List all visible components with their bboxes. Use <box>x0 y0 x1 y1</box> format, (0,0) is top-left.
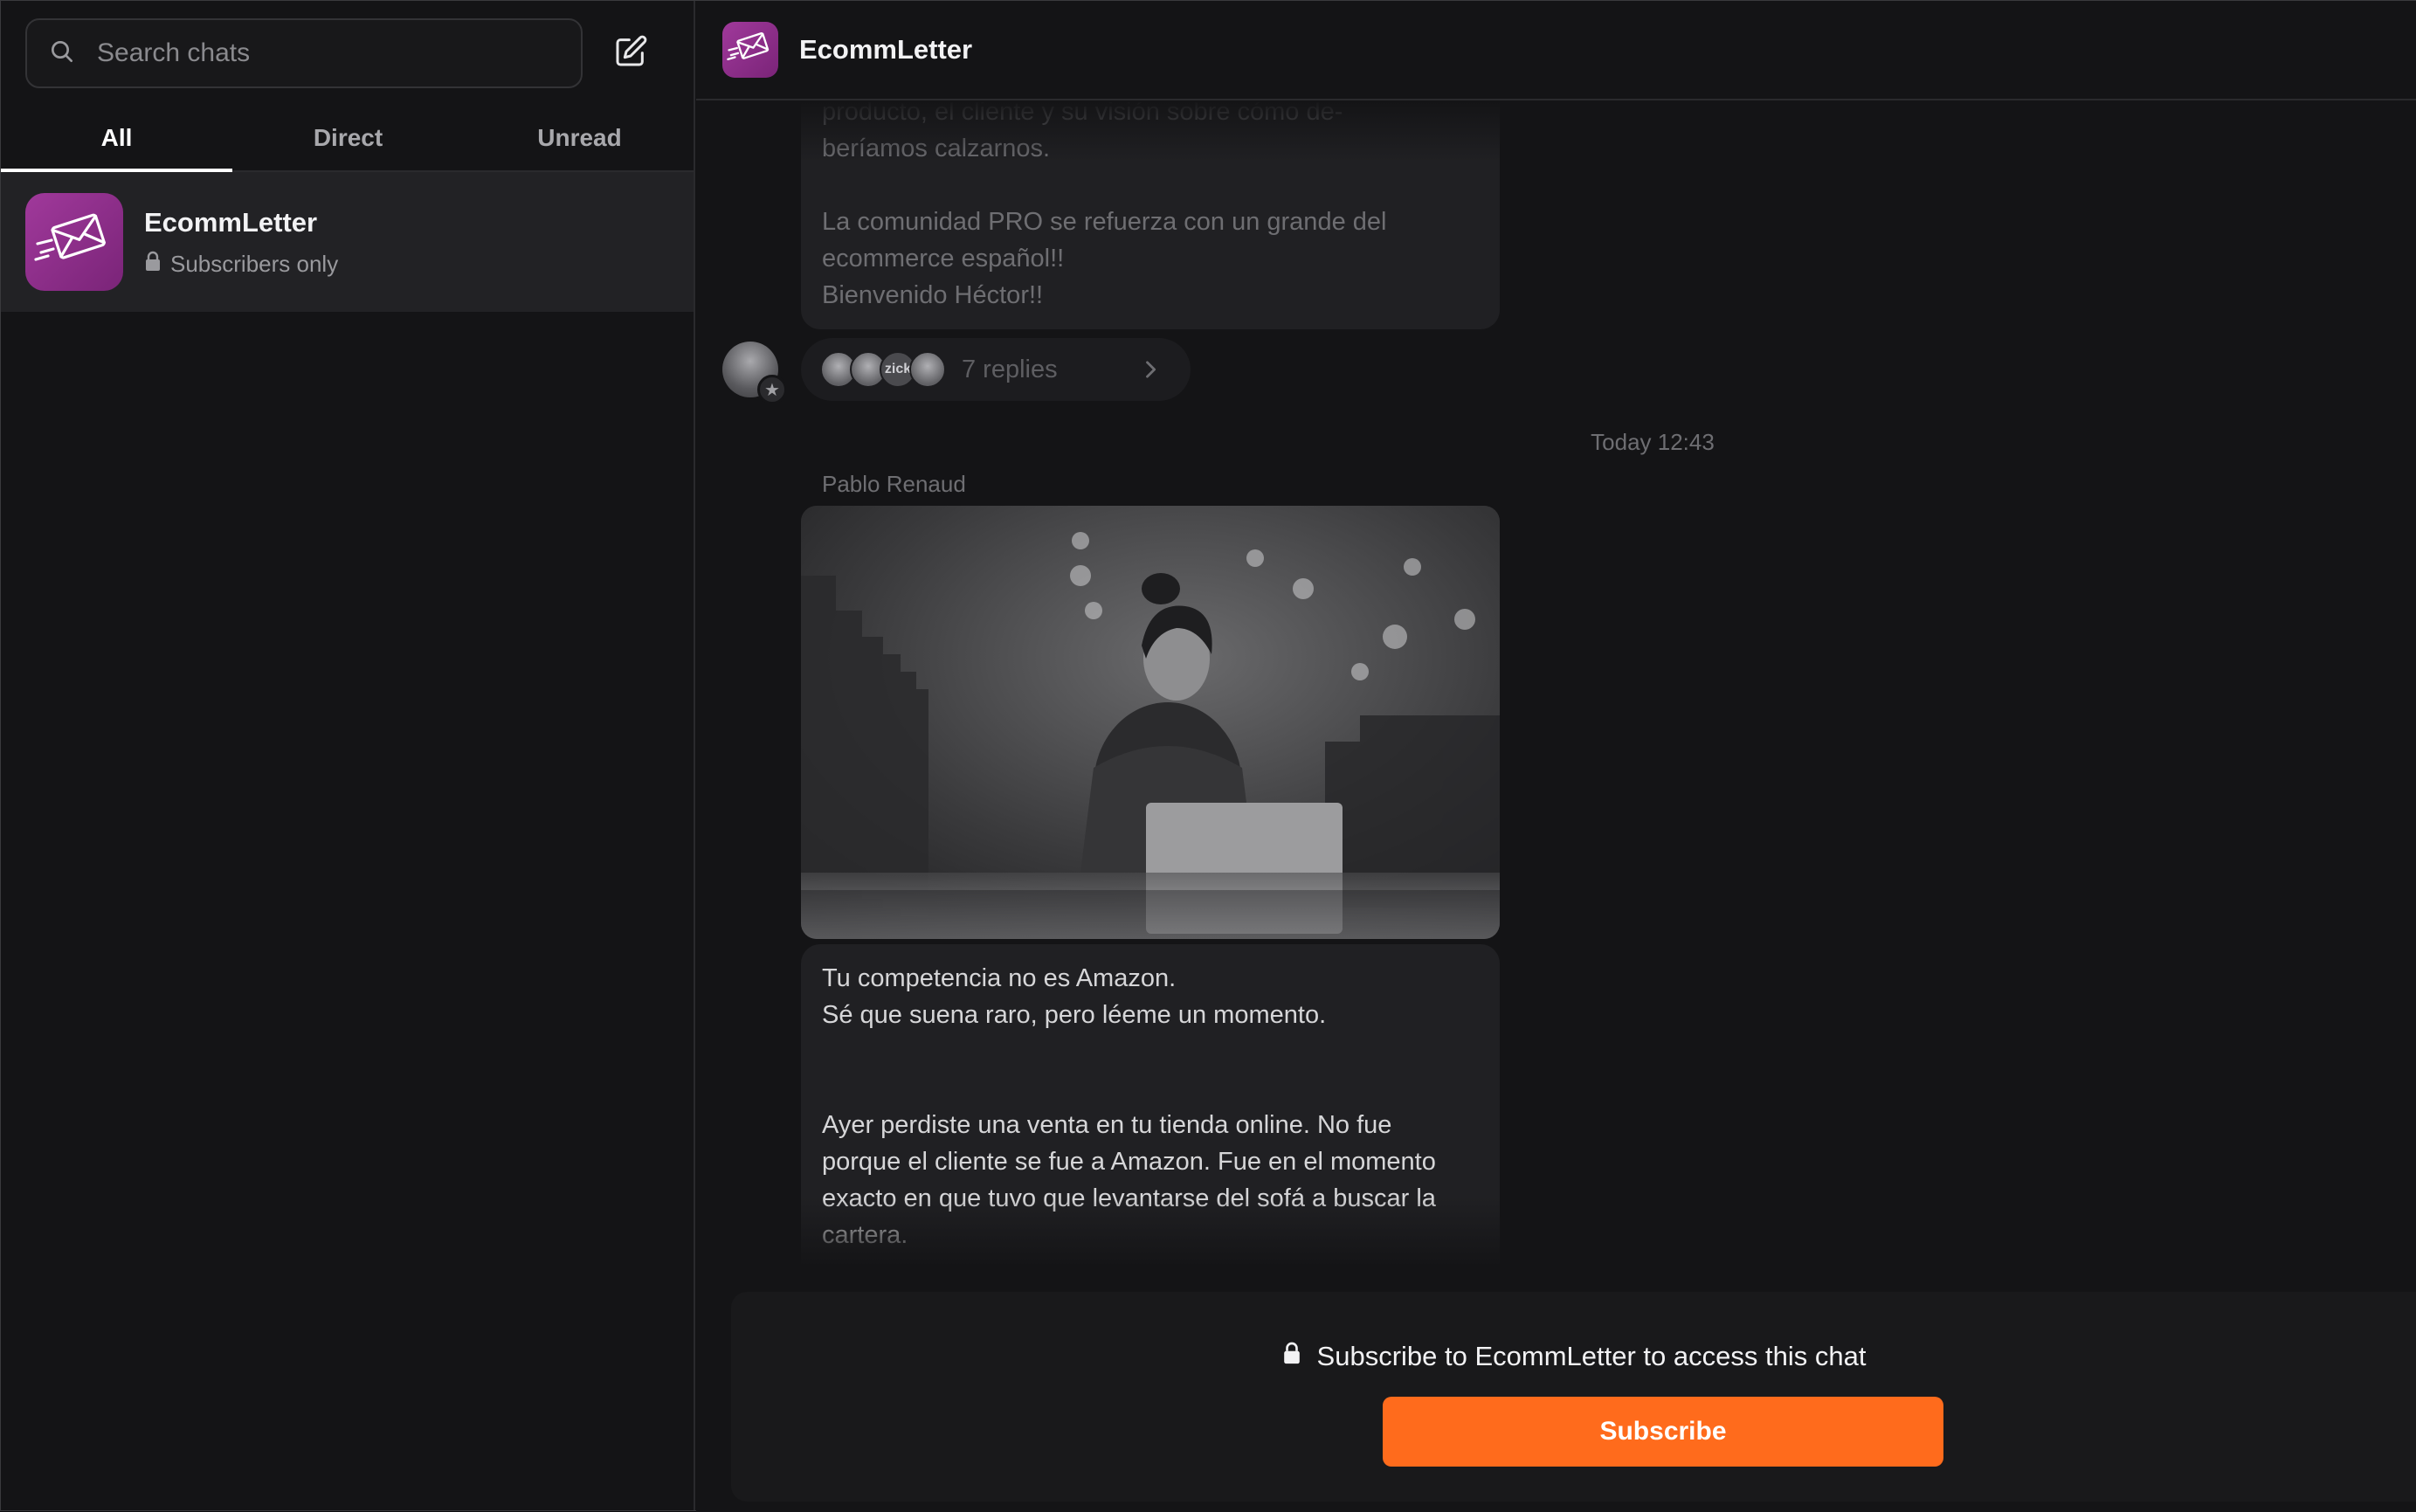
message-line: Tu competencia no es Amazon. <box>822 964 1177 992</box>
search-box[interactable] <box>25 18 583 88</box>
tab-unread[interactable]: Unread <box>464 106 695 170</box>
compose-icon <box>613 34 648 73</box>
chat-subtitle: Subscribers only <box>144 251 338 278</box>
previous-message-bubble: producto, el cliente y su visión sobre c… <box>801 102 1500 329</box>
message-line: porque el cliente se fue a Amazon. Fue e… <box>822 1148 1436 1176</box>
chat-info: EcommLetter Subscribers only <box>144 207 338 278</box>
star-icon: ★ <box>757 375 787 404</box>
current-message-bubble: Tu competencia no es Amazon. Sé que suen… <box>801 944 1500 1264</box>
chat-name: EcommLetter <box>144 206 318 238</box>
sender-name: Pablo Renaud <box>822 471 966 497</box>
message-image[interactable] <box>801 506 1500 939</box>
chevron-right-icon <box>1138 357 1163 382</box>
message-gap <box>822 167 1479 204</box>
message-line: producto, el cliente y su visión sobre c… <box>822 102 1343 126</box>
chat-header: EcommLetter <box>696 1 2416 100</box>
message-list[interactable]: producto, el cliente y su visión sobre c… <box>696 102 2416 1264</box>
search-icon <box>48 38 76 70</box>
replies-thread-button[interactable]: zick 7 replies <box>801 338 1191 401</box>
chat-subtitle-text: Subscribers only <box>170 250 339 277</box>
message-gap <box>822 1033 1479 1107</box>
compose-button[interactable] <box>610 32 652 74</box>
message-line: Bienvenido Héctor!! <box>822 281 1044 309</box>
message-line: exacto en que tuvo que levantarse del so… <box>822 1184 1436 1212</box>
message-line: Sé que suena raro, pero léeme un momento… <box>822 1001 1327 1029</box>
sidebar: All Direct Unread <box>1 1 695 1510</box>
message-line: La comunidad PRO se refuerza con un gran… <box>822 208 1387 236</box>
search-row <box>25 18 669 88</box>
search-input[interactable] <box>97 38 534 68</box>
chat-avatar <box>25 193 123 291</box>
subscribe-button[interactable]: Subscribe <box>1383 1397 1943 1467</box>
subscribe-message-text: Subscribe to EcommLetter to access this … <box>1316 1341 1867 1371</box>
chat-title: EcommLetter <box>799 34 973 65</box>
header-avatar[interactable] <box>722 22 778 78</box>
envelope-icon <box>32 205 116 280</box>
chat-main: producto, el cliente y su visión sobre c… <box>696 1 2416 1512</box>
message-line: beríamos calzarnos. <box>822 135 1051 162</box>
subscribe-message: Subscribe to EcommLetter to access this … <box>731 1341 2399 1372</box>
app-window: All Direct Unread <box>0 0 2416 1512</box>
chat-filter-tabs: All Direct Unread <box>1 106 695 172</box>
message-line: ecommerce español!! <box>822 245 1065 273</box>
date-separator: Today 12:43 <box>696 429 2416 456</box>
date-separator-text: Today 12:43 <box>1591 429 1715 455</box>
subscribe-panel: Subscribe to EcommLetter to access this … <box>731 1292 2416 1502</box>
message-line: Ayer perdiste una venta en tu tienda onl… <box>822 1111 1392 1139</box>
message-line: cartera. <box>822 1221 908 1249</box>
envelope-icon <box>726 27 775 73</box>
tab-direct[interactable]: Direct <box>232 106 464 170</box>
reply-avatar <box>909 351 946 388</box>
lock-icon <box>1282 1341 1317 1372</box>
chat-list-item[interactable]: EcommLetter Subscribers only <box>1 172 694 312</box>
lock-icon <box>144 251 170 278</box>
replies-count: 7 replies <box>962 355 1058 383</box>
tab-all[interactable]: All <box>1 106 232 172</box>
